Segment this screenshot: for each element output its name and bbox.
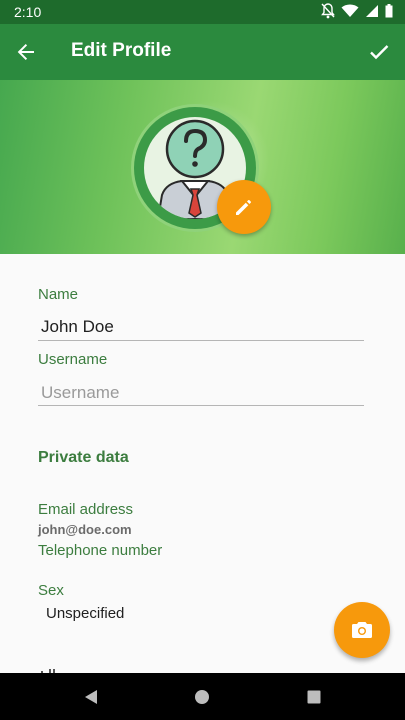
nav-home-button[interactable] bbox=[191, 686, 213, 708]
status-bar: 2:10 bbox=[0, 0, 405, 24]
status-icons bbox=[321, 3, 393, 19]
email-value[interactable]: john@doe.com bbox=[38, 522, 132, 537]
profile-header-background bbox=[0, 80, 405, 254]
sex-label: Sex bbox=[38, 582, 64, 599]
edit-avatar-button[interactable] bbox=[217, 180, 271, 234]
back-button[interactable] bbox=[10, 36, 42, 68]
username-underline bbox=[38, 405, 364, 406]
username-input[interactable]: Username bbox=[41, 383, 119, 403]
partial-next-field bbox=[38, 664, 78, 673]
pencil-icon bbox=[236, 200, 251, 215]
email-label: Email address bbox=[38, 501, 134, 518]
circle-home-icon bbox=[195, 690, 209, 704]
check-icon bbox=[370, 45, 389, 60]
username-label: Username bbox=[38, 351, 108, 368]
telephone-label[interactable]: Telephone number bbox=[38, 542, 162, 559]
save-button[interactable] bbox=[363, 36, 395, 68]
nav-back-button[interactable] bbox=[80, 686, 102, 708]
arrow-back-icon bbox=[17, 44, 34, 60]
status-time: 2:10 bbox=[14, 4, 42, 20]
triangle-back-icon bbox=[85, 690, 97, 704]
system-navigation-bar bbox=[0, 673, 405, 720]
name-label: Name bbox=[38, 286, 79, 303]
camera-button[interactable] bbox=[334, 602, 390, 658]
wifi-icon bbox=[341, 4, 359, 17]
private-data-heading: Private data bbox=[38, 449, 129, 466]
page-title: Edit Profile bbox=[71, 40, 172, 61]
app-bar: Edit Profile bbox=[0, 24, 405, 80]
notifications-off-icon bbox=[321, 3, 335, 19]
camera-icon bbox=[352, 622, 372, 638]
nav-recents-button[interactable] bbox=[303, 686, 325, 708]
battery-icon bbox=[385, 4, 393, 18]
signal-icon bbox=[366, 5, 378, 17]
square-recents-icon bbox=[307, 690, 321, 704]
sex-dropdown[interactable]: Unspecified bbox=[46, 605, 124, 622]
name-underline bbox=[38, 340, 364, 341]
name-input[interactable]: John Doe bbox=[41, 317, 114, 337]
